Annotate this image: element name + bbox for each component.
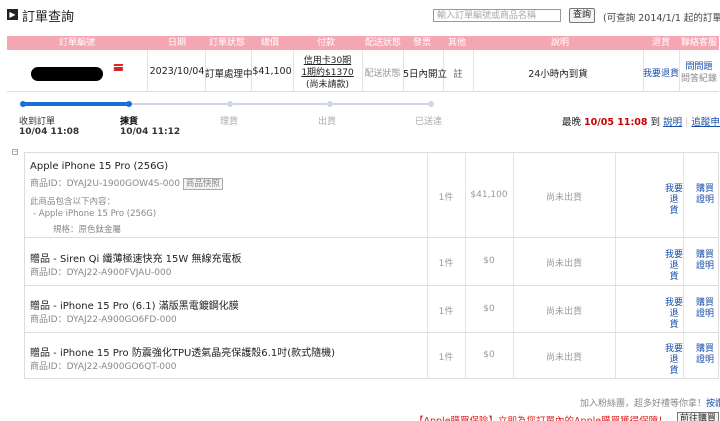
item-name[interactable]: 贈品 - iPhone 15 Pro 防震強化TPU透氣晶亮保護殼6.1吋(款式… [30,344,335,359]
item-name[interactable]: 贈品 - Siren Qi 纖薄極速快充 15W 無線充電板 [30,250,241,265]
order-date: 2023/10/04 [149,66,205,77]
fan-page-like-link[interactable]: 按讚 [706,399,720,409]
list-item: Apple iPhone 15 Pro (256G) 商品ID：DYAJ2U-1… [25,153,718,238]
item-proof-link[interactable]: 購買 證明 [692,250,718,272]
includes-label: 此商品包含以下內容： [30,197,116,207]
collapse-icon[interactable]: − [12,149,18,155]
sub-item-spec: 規格：原色鈦金屬 [53,225,122,235]
item-return-link[interactable]: 我要退貨 [661,344,687,377]
th-delivery: 配送狀態 [364,38,401,48]
payment-status: (尚未請款) [305,80,350,90]
qa-history-link[interactable]: 問答紀錄 [679,71,719,84]
order-table-header: 訂單編號 日期 訂單狀態 總價 付款 配送狀態 發票 其他 說明 退貨 聯絡客服 [7,36,719,50]
item-ship-status: 尚未出貨 [545,353,582,363]
item-proof-link[interactable]: 購買 證明 [692,344,718,366]
redacted-order-id [31,67,103,81]
invoice-status: 5日內開立 [403,69,448,80]
eta-time: 10/05 11:08 [584,117,648,128]
item-id: 商品ID：DYAJ22-A900GO6FD-000 [30,315,177,325]
page-title-icon: ▶ [7,9,18,20]
query-range-note: (可查詢 2014/1/1 起的訂單) [603,13,720,24]
order-total: $41,100 [252,66,292,77]
step-label-received: 收到訂單 [19,117,56,127]
step-label-picking: 揀貨 [120,117,139,127]
item-proof-link[interactable]: 購買 證明 [692,298,718,320]
return-order-link[interactable]: 我要退貨 [643,66,679,79]
order-status: 訂單處理中 [205,69,253,80]
snapshot-badge[interactable]: 商品快照 [182,178,223,190]
eta-suffix: 到 [650,117,661,128]
search-input[interactable] [433,9,561,22]
th-status: 訂單狀態 [208,38,245,48]
search-button[interactable]: 查詢 [569,8,595,23]
other-note[interactable]: 註 [443,66,473,80]
step-time-received: 10/04 11:08 [19,127,80,137]
delivery-status: 配送狀態 [364,69,401,79]
item-name[interactable]: Apple iPhone 15 Pro (256G) [30,161,168,172]
item-id: 商品ID：DYAJ22-A900GO6QT-000 [30,362,177,372]
item-ship-status: 尚未出貨 [545,259,582,269]
th-total: 總價 [260,38,279,48]
warranty-buy-button[interactable]: 前往購買 [677,412,719,421]
item-proof-link[interactable]: 購買 證明 [692,184,718,206]
order-description: 24小時內到貨 [528,69,588,80]
th-date: 日期 [167,38,186,48]
item-price: $0 [483,256,495,266]
list-item: 贈品 - iPhone 15 Pro (6.1) 滿版黑電鍍鋼化膜 商品ID：D… [25,286,718,333]
progress-dot-picking [126,101,132,107]
item-price: $0 [483,350,495,360]
list-item: 贈品 - iPhone 15 Pro 防震強化TPU透氣晶亮保護殼6.1吋(款式… [25,333,718,378]
step-time-picking: 10/04 11:12 [120,127,181,137]
th-other: 其他 [447,38,466,48]
th-payment: 付款 [316,38,335,48]
fan-page-note: 加入粉絲團，超多好禮等你拿！按讚 [580,396,720,409]
th-return: 退貨 [651,38,670,48]
step-label-shipping: 出貨 [318,117,337,127]
order-items: Apple iPhone 15 Pro (256G) 商品ID：DYAJ2U-1… [24,152,719,379]
progress-dot-sorting [227,101,233,107]
item-qty: 1件 [438,307,454,317]
eta-explain-link[interactable]: 說明 [663,117,682,128]
page-title: 訂單查詢 [22,10,75,25]
eta-prefix: 最晚 [562,117,582,128]
item-price: $41,100 [470,190,508,200]
item-price: $0 [483,304,495,314]
progress-track-active [22,102,128,106]
list-item: 贈品 - Siren Qi 纖薄極速快充 15W 無線充電板 商品ID：DYAJ… [25,238,718,286]
progress-dot-shipping [327,101,333,107]
item-qty: 1件 [438,193,454,203]
th-contact: 聯絡客服 [680,38,717,48]
progress-dot-delivered [428,101,434,107]
item-ship-status: 尚未出貨 [545,307,582,317]
th-order-id: 訂單編號 [58,38,95,48]
item-qty: 1件 [438,259,454,269]
item-id: 商品ID：DYAJ2U-1900GOW4S-000 商品快照 [30,176,223,190]
track-complaint-link[interactable]: 追蹤申訴 [691,117,720,128]
item-id: 商品ID：DYAJ22-A900FVJAU-000 [30,268,172,278]
eta-info: 最晚 10/05 11:08 到 說明 | 追蹤申訴 [562,114,720,128]
item-name[interactable]: 贈品 - iPhone 15 Pro (6.1) 滿版黑電鍍鋼化膜 [30,297,239,312]
item-ship-status: 尚未出貨 [545,193,582,203]
flag-icon [113,64,124,71]
order-row: 2023/10/04 訂單處理中 $41,100 信用卡30期 1期約$1370… [7,50,719,92]
sub-item-name: - Apple iPhone 15 Pro (256G) [33,209,157,219]
item-return-link[interactable]: 我要退貨 [661,250,687,283]
th-invoice: 發票 [412,38,431,48]
item-return-link[interactable]: 我要退貨 [661,298,687,331]
step-label-delivered: 已送達 [415,117,443,127]
progress-dot-received [20,101,26,107]
item-return-link[interactable]: 我要退貨 [661,184,687,217]
warranty-promo[interactable]: 【Apple購買保險】立即為您訂單內的Apple購買獲得保障！ [414,413,668,421]
item-qty: 1件 [438,353,454,363]
step-label-sorting: 理貨 [220,117,239,127]
th-description: 說明 [550,38,569,48]
